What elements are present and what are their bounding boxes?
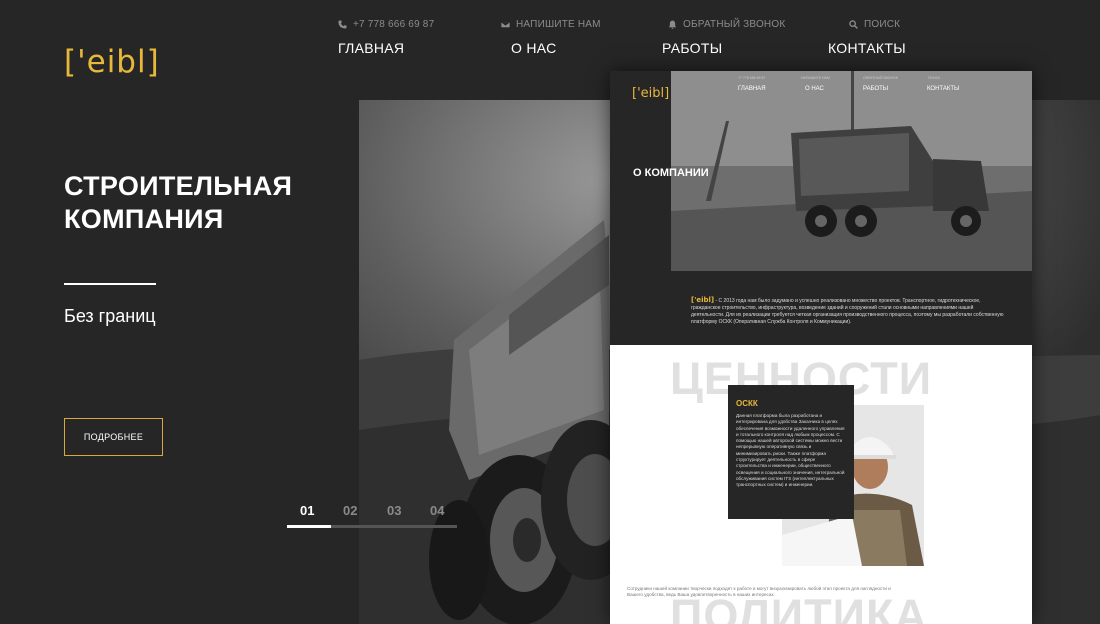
pager-item-04[interactable]: 04 (430, 503, 444, 518)
phone-number: +7 778 666 69 87 (353, 19, 435, 30)
mockup-nav-about[interactable]: О НАС (805, 86, 824, 92)
phone-icon (338, 20, 347, 29)
hero-divider (64, 283, 156, 285)
pager-progress (287, 525, 331, 528)
hero-subtitle: Без границ (64, 306, 156, 326)
mockup-footer-text: Сотрудники нашей компании творчески подх… (627, 586, 891, 598)
main-nav: ГЛАВНАЯ О НАС РАБОТЫ КОНТАКТЫ (0, 40, 1100, 58)
bell-icon (668, 20, 677, 29)
mockup-about-body: - С 2013 года нам было задумано и успешн… (691, 298, 1004, 325)
mockup-nav-contacts[interactable]: КОНТАКТЫ (927, 86, 959, 92)
page-preview-mockup: ['eibl] +7 778 666 69 87 НАПИШИТЕ НАМ ОБ… (610, 71, 1032, 624)
pager-item-01[interactable]: 01 (300, 503, 314, 518)
oskk-card: ОСКК Данная платформа была разработана и… (728, 385, 854, 519)
mockup-truck-image (671, 71, 1032, 271)
hero-title: СТРОИТЕЛЬНАЯ КОМПАНИЯ (64, 171, 293, 234)
mockup-hero-photo (671, 71, 1032, 271)
slide-pager: 01 02 03 04 (287, 503, 457, 529)
mockup-values-section: ЦЕННОСТИ ОСКК Данная платформа была разр… (610, 345, 1032, 624)
mockup-topbar-write[interactable]: НАПИШИТЕ НАМ (801, 76, 830, 80)
top-info-bar: +7 778 666 69 87 НАПИШИТЕ НАМ ОБРАТНЫЙ З… (0, 19, 1100, 33)
callback-link[interactable]: ОБРАТНЫЙ ЗВОНОК (668, 19, 785, 30)
mail-icon (501, 21, 510, 29)
search-icon (849, 20, 858, 29)
nav-item-about[interactable]: О НАС (511, 40, 557, 56)
phone-link[interactable]: +7 778 666 69 87 (338, 19, 434, 30)
mockup-topbar-phone[interactable]: +7 778 666 69 87 (738, 76, 765, 80)
oskk-card-text: Данная платформа была разработана и инте… (736, 413, 845, 488)
mockup-about-title: О КОМПАНИИ (633, 167, 709, 179)
pager-item-03[interactable]: 03 (387, 503, 401, 518)
mockup-about-text: ['eibl] - С 2013 года нам было задумано … (691, 297, 1005, 326)
callback-label: ОБРАТНЫЙ ЗВОНОК (683, 19, 786, 30)
more-button[interactable]: ПОДРОБНЕЕ (64, 418, 163, 456)
oskk-card-title: ОСКК (736, 399, 758, 408)
nav-item-home[interactable]: ГЛАВНАЯ (338, 40, 404, 56)
write-us-label: НАПИШИТЕ НАМ (516, 19, 601, 30)
mockup-topbar-search[interactable]: ПОИСК (928, 76, 940, 80)
write-us-link[interactable]: НАПИШИТЕ НАМ (501, 19, 601, 30)
mockup-topbar-callback[interactable]: ОБРАТНЫЙ ЗВОНОК (863, 76, 898, 80)
nav-item-works[interactable]: РАБОТЫ (662, 40, 722, 56)
mockup-logo[interactable]: ['eibl] (632, 86, 669, 101)
mockup-about-brand: ['eibl] (691, 296, 715, 304)
search-link[interactable]: ПОИСК (849, 19, 900, 30)
mockup-nav-home[interactable]: ГЛАВНАЯ (738, 86, 766, 92)
search-label: ПОИСК (864, 19, 901, 30)
pager-item-02[interactable]: 02 (343, 503, 357, 518)
nav-item-contacts[interactable]: КОНТАКТЫ (828, 40, 906, 56)
mockup-nav-works[interactable]: РАБОТЫ (863, 86, 888, 92)
